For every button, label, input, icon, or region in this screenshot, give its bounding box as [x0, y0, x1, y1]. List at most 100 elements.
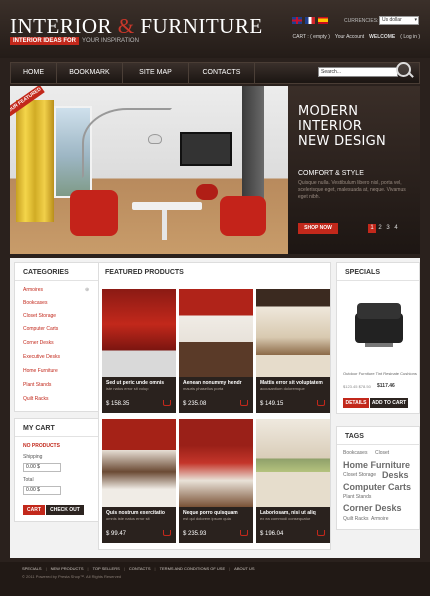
footer-link-about-us[interactable]: ABOUT US	[234, 566, 254, 571]
tag-corner-desks[interactable]: Corner Desks	[343, 503, 402, 513]
login-link[interactable]: ( Log in )	[400, 34, 420, 40]
armchair-base	[365, 343, 393, 347]
slide-page-4[interactable]: 4	[392, 224, 400, 233]
category-plant-stands[interactable]: Plant Stands	[23, 382, 51, 388]
tags-box: TAGS Bookcases Closet Home Furniture Clo…	[336, 426, 420, 530]
cart-icon[interactable]	[317, 400, 325, 406]
nav-contacts[interactable]: CONTACTS	[189, 63, 255, 83]
special-product-image[interactable]	[345, 291, 413, 369]
product-desc: est qui dolorem ipsum quia	[183, 516, 231, 521]
tag-closet-storage[interactable]: Closet Storage	[343, 472, 376, 478]
cart-icon[interactable]	[240, 400, 248, 406]
product-card[interactable]: Sed ut peric unde omnis iste natus error…	[102, 289, 176, 413]
expand-arrow-icon[interactable]: ⊕	[85, 287, 89, 293]
shop-now-button[interactable]: SHOP NOW	[298, 223, 338, 234]
tag-plant-stands[interactable]: Plant Stands	[343, 494, 371, 500]
account-link[interactable]: Your Account	[335, 34, 364, 40]
cart-icon[interactable]	[163, 400, 171, 406]
product-card[interactable]: Neque porro quisquam est qui dolorem ips…	[179, 419, 253, 543]
logo-ampersand: &	[117, 14, 135, 38]
product-desc: accusantium doloremque	[260, 386, 305, 391]
tagline-rest: YOUR INSPIRATION	[82, 38, 139, 44]
checkout-button[interactable]: CHECK OUT	[46, 505, 84, 515]
slide-pager: 1 2 3 4	[368, 224, 400, 233]
product-image[interactable]	[256, 289, 330, 377]
add-to-cart-button[interactable]: ADD TO CART	[370, 398, 408, 408]
product-card[interactable]: Aenean nonummy hendr mauris phasellus po…	[179, 289, 253, 413]
nav-site-map[interactable]: SITE MAP	[123, 63, 189, 83]
product-card[interactable]: Mattis error sit voluptatem accusantium …	[256, 289, 330, 413]
search-icon[interactable]	[396, 62, 411, 77]
product-image[interactable]	[256, 419, 330, 507]
tag-closet[interactable]: Closet	[375, 450, 389, 456]
footer: SPECIALS | NEW PRODUCTS | TOP SELLERS | CON…	[0, 562, 430, 596]
category-executive-desks[interactable]: Executive Desks	[23, 354, 60, 360]
tag-quilt-racks[interactable]: Quilt Racks	[343, 516, 369, 522]
specials-box: SPECIALS Outdoor Furniture Tint Resinate…	[336, 262, 420, 414]
french-flag-icon[interactable]	[305, 17, 315, 24]
cart-button[interactable]: CART	[23, 505, 45, 515]
categories-box: CATEGORIES Armoires ⊕ Bookcases Closet S…	[14, 262, 99, 412]
category-armoires[interactable]: Armoires	[23, 287, 43, 293]
featured-products: FEATURED PRODUCTS Sed ut peric unde omni…	[98, 262, 331, 550]
category-computer-carts[interactable]: Computer Carts	[23, 326, 58, 332]
search-input[interactable]: Search...	[318, 67, 398, 77]
product-card[interactable]: Quis nostrum exercitatio omnis iste natu…	[102, 419, 176, 543]
cart-icon[interactable]	[240, 530, 248, 536]
footer-link-contacts[interactable]: CONTACTS	[129, 566, 151, 571]
product-image[interactable]	[102, 419, 176, 507]
special-product-name[interactable]: Outdoor Furniture Tint Resinate Cushions	[343, 371, 417, 376]
logo[interactable]: INTERIOR & FURNITURE	[10, 14, 263, 39]
footer-link-terms[interactable]: TERMS AND CONDITIONS OF USE	[160, 566, 226, 571]
slide-subtitle: COMFORT & STYLE	[298, 170, 364, 177]
category-home-furniture[interactable]: Home Furniture	[23, 368, 58, 374]
nav-bookmark[interactable]: BOOKMARK	[57, 63, 123, 83]
cart-icon[interactable]	[317, 530, 325, 536]
television	[180, 132, 232, 166]
cart-title: MY CART	[15, 419, 98, 437]
tagline: INTERIOR IDEAS FOR YOUR INSPIRATION	[10, 37, 139, 45]
category-quilt-racks[interactable]: Quilt Racks	[23, 396, 49, 402]
category-corner-desks[interactable]: Corner Desks	[23, 340, 54, 346]
copyright: © 2011 Powered by Presta Shop™. All Righ…	[22, 574, 122, 579]
product-desc: ex ea commodi consequatur	[260, 516, 311, 521]
product-image[interactable]	[179, 419, 253, 507]
white-table	[132, 202, 202, 210]
footer-link-new-products[interactable]: NEW PRODUCTS	[51, 566, 84, 571]
product-price: $ 235.08	[183, 401, 207, 407]
slide-page-2[interactable]: 2	[376, 224, 384, 233]
tag-armoire[interactable]: Armoire	[371, 516, 389, 522]
slide-page-3[interactable]: 3	[384, 224, 392, 233]
cart-icon[interactable]	[163, 530, 171, 536]
cart-empty-text: NO PRODUCTS	[23, 443, 60, 449]
footer-link-top-sellers[interactable]: TOP SELLERS	[93, 566, 120, 571]
categories-title: CATEGORIES	[15, 263, 98, 281]
product-image[interactable]	[179, 289, 253, 377]
details-button[interactable]: DETAILS	[343, 398, 369, 408]
cart-link[interactable]: CART : ( empty )	[293, 34, 330, 40]
tags-title: TAGS	[337, 427, 419, 445]
armchair-back	[357, 303, 401, 319]
tag-computer-carts[interactable]: Computer Carts	[343, 482, 411, 492]
specials-title: SPECIALS	[337, 263, 419, 281]
product-price: $ 158.35	[106, 401, 130, 407]
nav-home[interactable]: HOME	[11, 63, 57, 83]
product-image[interactable]	[102, 289, 176, 377]
tag-bookcases[interactable]: Bookcases	[343, 450, 367, 456]
special-old-price: $123.45 $78.50	[343, 384, 371, 389]
currency-select[interactable]: Us dollar	[379, 16, 419, 25]
tag-home-furniture[interactable]: Home Furniture	[343, 460, 410, 470]
tag-desks[interactable]: Desks	[382, 470, 409, 480]
logo-word-1: INTERIOR	[10, 14, 112, 38]
shipping-label: Shipping	[23, 454, 43, 460]
logo-word-2: FURNITURE	[140, 14, 263, 38]
pillar	[242, 86, 264, 204]
category-closet-storage[interactable]: Closet Storage	[23, 313, 56, 319]
slide-page-1[interactable]: 1	[368, 224, 376, 233]
footer-separator: |	[154, 566, 156, 571]
footer-link-specials[interactable]: SPECIALS	[22, 566, 42, 571]
product-card[interactable]: Laboriosam, nisi ut aliq ex ea commodi c…	[256, 419, 330, 543]
english-flag-icon[interactable]	[292, 17, 302, 24]
spanish-flag-icon[interactable]	[318, 17, 328, 24]
category-bookcases[interactable]: Bookcases	[23, 300, 47, 306]
